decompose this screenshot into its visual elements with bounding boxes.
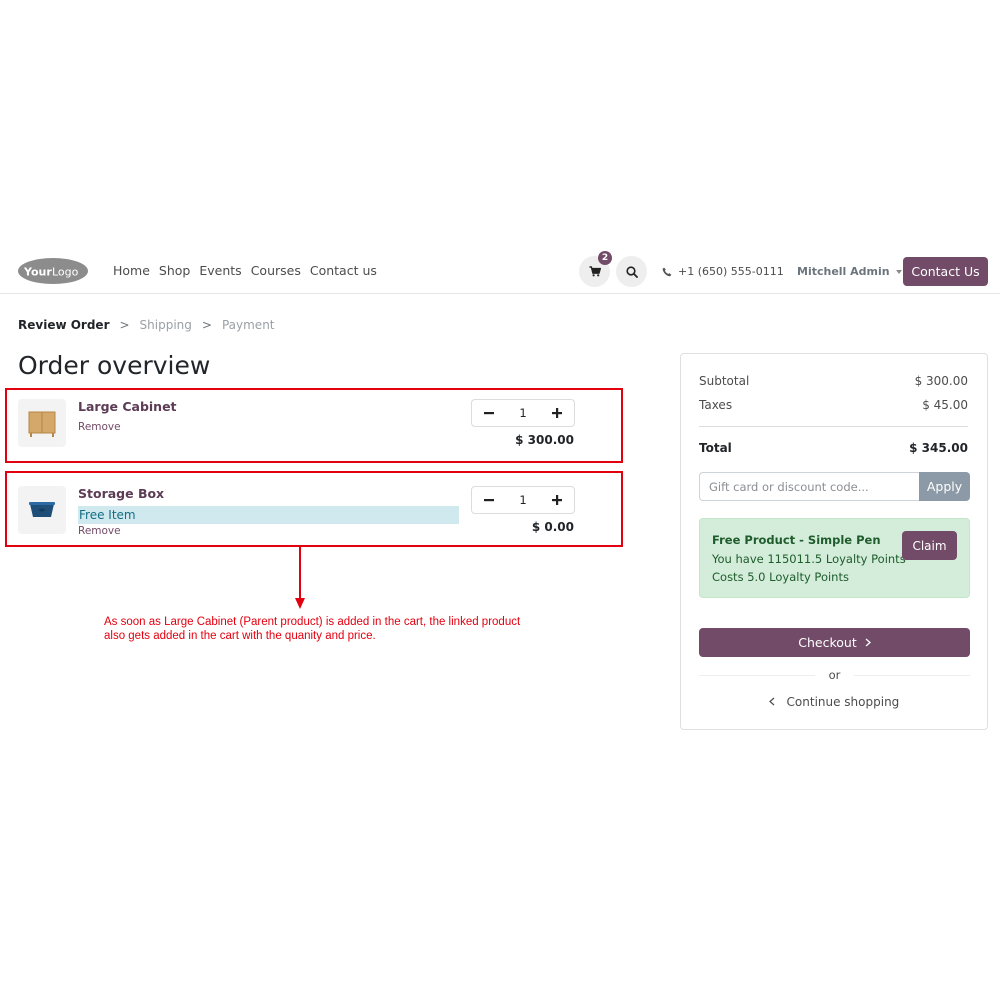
reward-cost: Costs 5.0 Loyalty Points bbox=[712, 570, 849, 584]
highlight-box-linked-product bbox=[5, 471, 623, 547]
or-divider: or bbox=[699, 668, 971, 682]
nav-shop[interactable]: Shop bbox=[159, 263, 190, 278]
total-row: Total $ 345.00 bbox=[699, 441, 968, 455]
site-header: Your Logo Home Shop Events Courses Conta… bbox=[0, 247, 1000, 294]
promo-code-input[interactable] bbox=[699, 472, 919, 501]
phone-number: +1 (650) 555-0111 bbox=[678, 265, 784, 278]
nav-courses[interactable]: Courses bbox=[251, 263, 301, 278]
nav-contact-us[interactable]: Contact us bbox=[310, 263, 377, 278]
taxes-value: $ 45.00 bbox=[922, 398, 968, 412]
company-logo[interactable]: Your Logo bbox=[17, 257, 89, 285]
chevron-left-icon bbox=[768, 697, 775, 706]
apply-button[interactable]: Apply bbox=[919, 472, 970, 501]
taxes-label: Taxes bbox=[699, 398, 733, 412]
continue-shopping-link[interactable]: Continue shopping bbox=[681, 695, 987, 709]
page-title: Order overview bbox=[18, 351, 211, 380]
logo-text-bold: Your bbox=[23, 266, 52, 279]
phone-link[interactable]: +1 (650) 555-0111 bbox=[662, 265, 784, 278]
contact-us-button[interactable]: Contact Us bbox=[903, 257, 988, 286]
order-summary-card: Subtotal $ 300.00 Taxes $ 45.00 Total $ … bbox=[680, 353, 988, 730]
main-nav: Home Shop Events Courses Contact us bbox=[113, 263, 386, 278]
search-button[interactable] bbox=[616, 256, 647, 287]
total-value: $ 345.00 bbox=[909, 441, 968, 455]
claim-button[interactable]: Claim bbox=[902, 531, 957, 560]
reward-title: Free Product - Simple Pen bbox=[712, 533, 881, 547]
annotation-arrow bbox=[299, 545, 301, 601]
arrow-down-icon bbox=[295, 598, 305, 609]
step-review-order: Review Order bbox=[18, 318, 110, 332]
step-payment[interactable]: Payment bbox=[222, 318, 275, 332]
reward-points: You have 115011.5 Loyalty Points bbox=[712, 552, 906, 566]
user-name: Mitchell Admin bbox=[797, 265, 890, 278]
summary-divider bbox=[699, 426, 968, 427]
chevron-right-icon: > bbox=[201, 318, 212, 332]
chevron-right-icon bbox=[865, 638, 871, 647]
reward-alert: Free Product - Simple Pen You have 11501… bbox=[699, 518, 970, 598]
total-label: Total bbox=[699, 441, 732, 455]
nav-home[interactable]: Home bbox=[113, 263, 150, 278]
shopping-cart-icon bbox=[589, 266, 601, 277]
checkout-label: Checkout bbox=[798, 635, 857, 650]
cart-count-badge: 2 bbox=[598, 251, 612, 265]
highlight-box-parent-product bbox=[5, 388, 623, 463]
or-text: or bbox=[828, 668, 841, 682]
step-shipping[interactable]: Shipping bbox=[140, 318, 192, 332]
chevron-right-icon: > bbox=[119, 318, 130, 332]
user-menu[interactable]: Mitchell Admin bbox=[797, 265, 902, 278]
taxes-row: Taxes $ 45.00 bbox=[699, 398, 968, 412]
phone-icon bbox=[662, 267, 672, 276]
logo-text-light: Logo bbox=[52, 266, 79, 279]
subtotal-label: Subtotal bbox=[699, 374, 750, 388]
checkout-button[interactable]: Checkout bbox=[699, 628, 970, 657]
cart-button[interactable]: 2 bbox=[579, 251, 612, 287]
checkout-steps: Review Order > Shipping > Payment bbox=[18, 318, 275, 332]
subtotal-value: $ 300.00 bbox=[914, 374, 968, 388]
divider-line bbox=[854, 674, 971, 676]
search-icon bbox=[625, 265, 638, 278]
subtotal-row: Subtotal $ 300.00 bbox=[699, 374, 968, 388]
caret-down-icon bbox=[895, 269, 902, 274]
nav-events[interactable]: Events bbox=[199, 263, 241, 278]
annotation-text: As soon as Large Cabinet (Parent product… bbox=[104, 616, 521, 642]
promo-code-form: Apply bbox=[699, 472, 970, 501]
divider-line bbox=[699, 674, 815, 676]
continue-shopping-label: Continue shopping bbox=[786, 695, 900, 709]
